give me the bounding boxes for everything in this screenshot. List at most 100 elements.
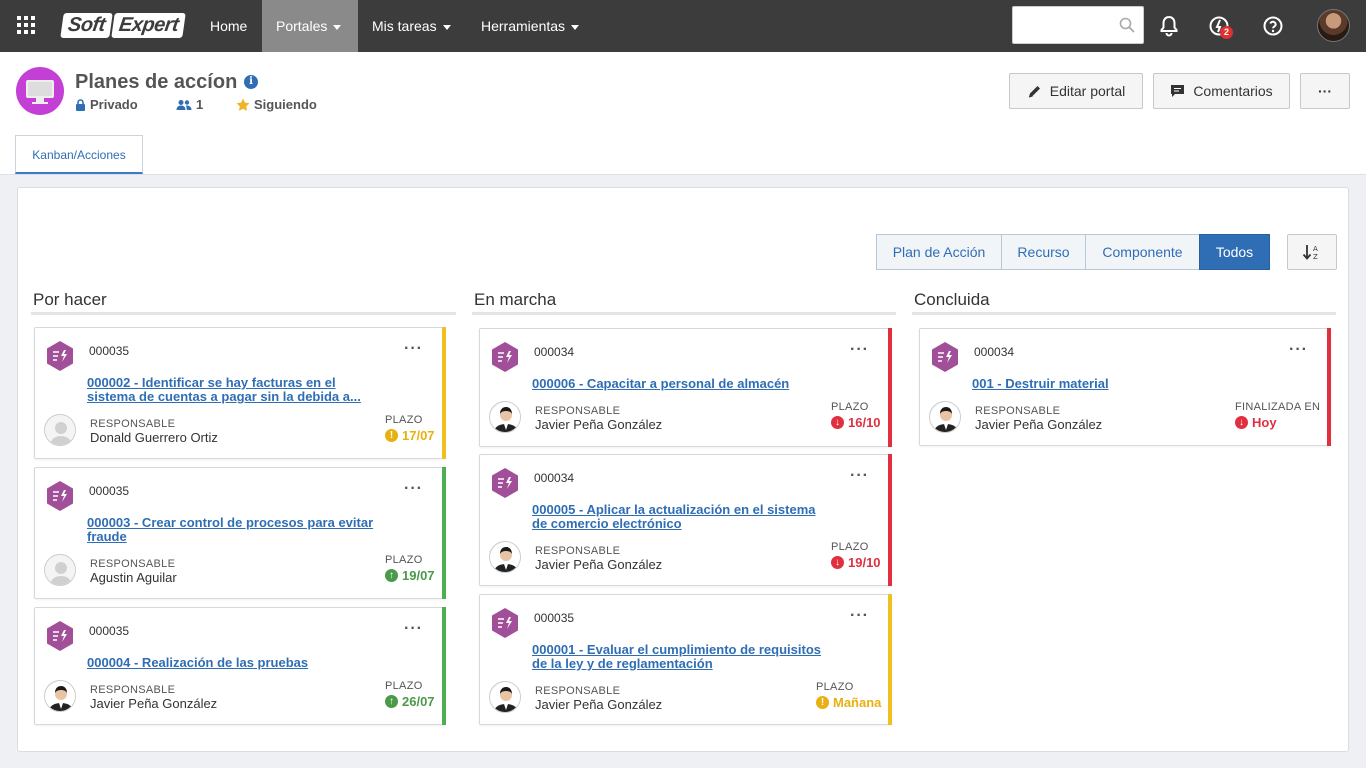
privacy-indicator: Privado (75, 97, 138, 112)
nav-herramientas[interactable]: Herramientas (467, 0, 593, 52)
filter-componente[interactable]: Componente (1085, 234, 1200, 270)
card-status-bar (888, 454, 892, 586)
action-hexagon-icon (47, 481, 73, 511)
sort-button[interactable]: AZ (1287, 234, 1337, 270)
deadline-value: ↑ 26/07 (385, 694, 435, 709)
filter-todos[interactable]: Todos (1199, 234, 1270, 270)
nav-mis-tareas[interactable]: Mis tareas (358, 0, 465, 52)
card-more-options-icon[interactable]: ··· (404, 340, 423, 358)
deadline-text: 17/07 (402, 428, 435, 443)
card-status-bar (1327, 328, 1331, 446)
star-icon (236, 98, 250, 111)
card-title-link[interactable]: 001 - Destruir material (972, 377, 1272, 391)
nav-portales-label: Portales (276, 18, 328, 34)
action-card[interactable]: 000035 ··· 000003 - Crear control de pro… (34, 467, 446, 599)
card-title-link[interactable]: 000005 - Aplicar la actualización en el … (532, 503, 832, 531)
action-hexagon-icon (492, 468, 518, 498)
responsible-name: Javier Peña González (535, 557, 663, 572)
deadline-status-icon: ! (385, 429, 398, 442)
card-more-options-icon[interactable]: ··· (404, 620, 423, 638)
action-card[interactable]: 000035 ··· 000001 - Evaluar el cumplimie… (479, 594, 892, 725)
card-code: 000035 (534, 611, 575, 625)
card-more-options-icon[interactable]: ··· (850, 341, 869, 359)
column-title-en-marcha: En marcha (474, 290, 557, 309)
deadline-value: ↓ 16/10 (831, 415, 881, 430)
card-title-link[interactable]: 000006 - Capacitar a personal de almacén (532, 377, 832, 391)
card-more-options-icon[interactable]: ··· (850, 607, 869, 625)
more-options-button[interactable]: ··· (1300, 73, 1350, 109)
column-divider (472, 312, 896, 315)
deadline-value: ↓ 19/10 (831, 555, 881, 570)
responsible-name: Javier Peña González (535, 697, 663, 712)
deadline-text: 19/07 (402, 568, 435, 583)
deadline-value: ! 17/07 (385, 428, 435, 443)
card-code: 000034 (974, 345, 1015, 359)
comments-button[interactable]: Comentarios (1153, 73, 1290, 109)
column-divider (31, 312, 456, 315)
svg-text:A: A (1313, 245, 1318, 253)
responsible-avatar (929, 401, 961, 433)
apps-grid-icon[interactable] (17, 16, 35, 34)
deadline-status-icon: ! (816, 696, 829, 709)
card-title-link[interactable]: 000003 - Crear control de procesos para … (87, 516, 387, 544)
deadline-label: PLAZO (831, 541, 869, 553)
filter-recurso-label: Recurso (1017, 244, 1070, 260)
user-avatar[interactable] (1317, 9, 1350, 42)
card-status-bar (888, 594, 892, 725)
responsible-avatar (489, 681, 521, 713)
card-status-bar (442, 467, 446, 599)
card-code: 000035 (89, 624, 130, 638)
members-indicator[interactable]: 1 (176, 97, 203, 112)
responsible-label: RESPONSABLE (90, 418, 176, 430)
card-more-options-icon[interactable]: ··· (404, 480, 423, 498)
responsible-name: Javier Peña González (975, 417, 1103, 432)
filter-recurso[interactable]: Recurso (1001, 234, 1086, 270)
action-card[interactable]: 000035 ··· 000004 - Realización de las p… (34, 607, 446, 725)
deadline-label: FINALIZADA EN (1235, 401, 1321, 413)
action-card[interactable]: 000035 ··· 000002 - Identificar se hay f… (34, 327, 446, 459)
action-card[interactable]: 000034 ··· 000005 - Aplicar la actualiza… (479, 454, 892, 586)
card-title-link[interactable]: 000002 - Identificar se hay facturas en … (87, 376, 387, 404)
edit-portal-button[interactable]: Editar portal (1009, 73, 1143, 109)
softexpert-logo[interactable]: Soft Expert (60, 11, 186, 39)
following-indicator[interactable]: Siguiendo (236, 97, 317, 112)
action-card[interactable]: 000034 ··· 000006 - Capacitar a personal… (479, 328, 892, 447)
deadline-text: Mañana (833, 695, 882, 710)
filter-todos-label: Todos (1215, 244, 1254, 260)
tab-kanban-acciones[interactable]: Kanban/Acciones (15, 135, 143, 174)
info-icon[interactable]: i (244, 75, 258, 89)
column-divider (912, 312, 1336, 315)
nav-portales[interactable]: Portales (262, 0, 358, 52)
logo-text-expert: Expert (111, 12, 186, 38)
filter-plan-de-accion[interactable]: Plan de Acción (876, 234, 1002, 270)
bell-icon[interactable] (1157, 14, 1181, 38)
card-more-options-icon[interactable]: ··· (850, 467, 869, 485)
following-label: Siguiendo (254, 97, 317, 112)
search-input[interactable] (1013, 7, 1113, 43)
action-hexagon-icon (492, 608, 518, 638)
deadline-status-icon: ↑ (385, 695, 398, 708)
search-icon[interactable] (1119, 17, 1135, 33)
deadline-status-icon: ↓ (831, 416, 844, 429)
page-title: Planes de accíon (75, 71, 238, 93)
more-options-label: ··· (1318, 83, 1332, 99)
deadline-value: ↑ 19/07 (385, 568, 435, 583)
card-code: 000034 (534, 345, 575, 359)
card-more-options-icon[interactable]: ··· (1289, 341, 1308, 359)
card-title-link[interactable]: 000001 - Evaluar el cumplimiento de requ… (532, 643, 832, 671)
filter-button-group: Plan de Acción Recurso Componente Todos (876, 234, 1270, 270)
deadline-text: Hoy (1252, 415, 1277, 430)
action-card[interactable]: 000034 ··· 001 - Destruir material RESPO… (919, 328, 1331, 446)
column-title-concluida: Concluida (914, 290, 990, 309)
deadline-label: PLAZO (831, 401, 869, 413)
caret-down-icon (442, 24, 451, 30)
deadline-label: PLAZO (385, 414, 423, 426)
nav-home[interactable]: Home (196, 0, 261, 52)
help-icon[interactable] (1261, 14, 1285, 38)
card-code: 000034 (534, 471, 575, 485)
action-hexagon-icon (47, 621, 73, 651)
card-title-link[interactable]: 000004 - Realización de las pruebas (87, 656, 387, 670)
deadline-value: ! Mañana (816, 695, 881, 710)
deadline-status-icon: ↓ (1235, 416, 1248, 429)
privacy-label: Privado (90, 97, 138, 112)
